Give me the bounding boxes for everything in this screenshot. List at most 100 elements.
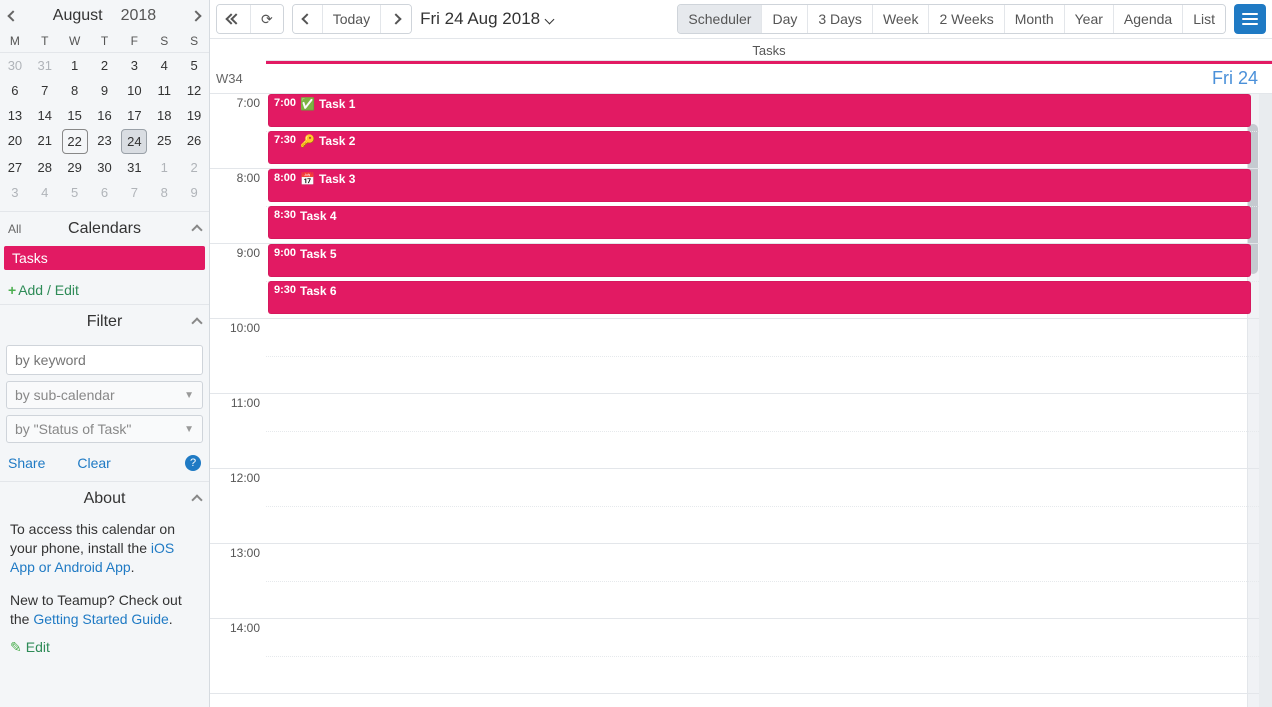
- hour-row[interactable]: 10:00: [210, 319, 1259, 394]
- minical-day[interactable]: 5: [62, 181, 88, 204]
- minical-day[interactable]: 3: [121, 54, 147, 77]
- minical-day[interactable]: 29: [62, 156, 88, 179]
- calendars-collapse-button[interactable]: [193, 222, 201, 237]
- minical-day[interactable]: 12: [181, 79, 207, 102]
- minical-day[interactable]: 6: [92, 181, 118, 204]
- event-time: 7:30: [274, 134, 296, 146]
- event-time: 9:30: [274, 284, 296, 296]
- prev-month-button[interactable]: [4, 4, 22, 28]
- getting-started-link[interactable]: Getting Started Guide: [33, 611, 168, 627]
- minical-day[interactable]: 11: [151, 79, 177, 102]
- hour-slot[interactable]: [266, 319, 1259, 393]
- minical-day[interactable]: 14: [32, 104, 58, 127]
- hour-slot[interactable]: [266, 469, 1259, 543]
- minical-day[interactable]: 27: [2, 156, 28, 179]
- day-date-label: Fri 24: [266, 68, 1264, 89]
- today-button[interactable]: Today: [323, 5, 381, 33]
- filter-status-select[interactable]: by "Status of Task" ▼: [6, 415, 203, 443]
- calendars-all-link[interactable]: All: [8, 222, 21, 236]
- nav-prev-button[interactable]: [293, 5, 323, 33]
- view-month-button[interactable]: Month: [1005, 5, 1065, 33]
- date-picker-button[interactable]: Fri 24 Aug 2018: [420, 9, 553, 29]
- hour-row[interactable]: 13:00: [210, 544, 1259, 619]
- event-item[interactable]: 9:30Task 6: [268, 281, 1251, 314]
- hour-slot[interactable]: [266, 394, 1259, 468]
- view-day-button[interactable]: Day: [762, 5, 808, 33]
- refresh-button[interactable]: ⟳: [251, 5, 283, 33]
- filter-share-link[interactable]: Share: [8, 455, 45, 471]
- minical-day[interactable]: 10: [121, 79, 147, 102]
- minical-day[interactable]: 31: [32, 54, 58, 77]
- hour-row[interactable]: 14:00: [210, 619, 1259, 694]
- minical-day[interactable]: 30: [92, 156, 118, 179]
- minical-day[interactable]: 15: [62, 104, 88, 127]
- event-item[interactable]: 9:00Task 5: [268, 244, 1251, 277]
- view-year-button[interactable]: Year: [1065, 5, 1114, 33]
- add-edit-calendars-link[interactable]: +Add / Edit: [0, 276, 209, 304]
- minical-day[interactable]: 6: [2, 79, 28, 102]
- day-grid-scroll[interactable]: 7:008:009:0010:0011:0012:0013:0014:00 7:…: [210, 94, 1272, 707]
- minical-day[interactable]: 30: [2, 54, 28, 77]
- minical-day[interactable]: 19: [181, 104, 207, 127]
- minical-day[interactable]: 22: [62, 129, 88, 154]
- minical-day[interactable]: 21: [32, 129, 58, 154]
- minical-day[interactable]: 13: [2, 104, 28, 127]
- filter-collapse-button[interactable]: [193, 315, 201, 330]
- minical-day[interactable]: 18: [151, 104, 177, 127]
- minical-day[interactable]: 31: [121, 156, 147, 179]
- minical-day[interactable]: 16: [92, 104, 118, 127]
- minical-day[interactable]: 1: [151, 156, 177, 179]
- minical-day[interactable]: 2: [92, 54, 118, 77]
- minical-day[interactable]: 5: [181, 54, 207, 77]
- minical-day[interactable]: 1: [62, 54, 88, 77]
- event-title: Task 2: [319, 134, 355, 148]
- event-item[interactable]: 8:00📅Task 3: [268, 169, 1251, 202]
- minical-day[interactable]: 23: [92, 129, 118, 154]
- minical-day[interactable]: 25: [151, 129, 177, 154]
- day-view: Tasks W34 Fri 24 7:008:009:0010:0011:001…: [210, 39, 1272, 707]
- hour-row[interactable]: 12:00: [210, 469, 1259, 544]
- minical-day[interactable]: 4: [32, 181, 58, 204]
- minical-day[interactable]: 8: [151, 181, 177, 204]
- minical-day[interactable]: 24: [121, 129, 147, 154]
- view-scheduler-button[interactable]: Scheduler: [678, 5, 762, 33]
- minical-day[interactable]: 7: [32, 79, 58, 102]
- view-3-days-button[interactable]: 3 Days: [808, 5, 873, 33]
- hour-slot[interactable]: [266, 544, 1259, 618]
- event-item[interactable]: 8:30Task 4: [268, 206, 1251, 239]
- filter-help-button[interactable]: ?: [185, 455, 201, 471]
- hour-row[interactable]: 11:00: [210, 394, 1259, 469]
- about-collapse-button[interactable]: [193, 492, 201, 507]
- calendar-item-tasks[interactable]: Tasks: [4, 246, 205, 270]
- view-switcher: SchedulerDay3 DaysWeek2 WeeksMonthYearAg…: [677, 4, 1226, 34]
- nav-back-far-button[interactable]: [217, 5, 251, 33]
- minical-day[interactable]: 28: [32, 156, 58, 179]
- menu-button[interactable]: [1234, 4, 1266, 34]
- view-2-weeks-button[interactable]: 2 Weeks: [929, 5, 1004, 33]
- minical-day[interactable]: 26: [181, 129, 207, 154]
- hour-slot[interactable]: [266, 619, 1259, 693]
- current-date-label: Fri 24 Aug 2018: [420, 9, 540, 29]
- next-month-button[interactable]: [187, 4, 205, 28]
- main: ⟳ Today Fri 24 Aug 2018 SchedulerDay3 Da…: [210, 0, 1272, 707]
- minical-day[interactable]: 9: [92, 79, 118, 102]
- filter-subcalendar-select[interactable]: by sub-calendar ▼: [6, 381, 203, 409]
- minical-day[interactable]: 4: [151, 54, 177, 77]
- about-edit-button[interactable]: ✎ Edit: [10, 638, 50, 657]
- filter-keyword-input[interactable]: [6, 345, 203, 375]
- minical-day[interactable]: 9: [181, 181, 207, 204]
- minical-day[interactable]: 3: [2, 181, 28, 204]
- minical-day[interactable]: 8: [62, 79, 88, 102]
- event-item[interactable]: 7:00✅Task 1: [268, 94, 1251, 127]
- minical-day[interactable]: 17: [121, 104, 147, 127]
- view-week-button[interactable]: Week: [873, 5, 930, 33]
- filter-clear-link[interactable]: Clear: [77, 455, 110, 471]
- minical-day[interactable]: 2: [181, 156, 207, 179]
- minical-day[interactable]: 7: [121, 181, 147, 204]
- minical-day[interactable]: 20: [2, 129, 28, 154]
- view-agenda-button[interactable]: Agenda: [1114, 5, 1183, 33]
- event-item[interactable]: 7:30🔑Task 2: [268, 131, 1251, 164]
- nav-next-button[interactable]: [381, 5, 411, 33]
- view-list-button[interactable]: List: [1183, 5, 1225, 33]
- event-title: Task 1: [319, 97, 355, 111]
